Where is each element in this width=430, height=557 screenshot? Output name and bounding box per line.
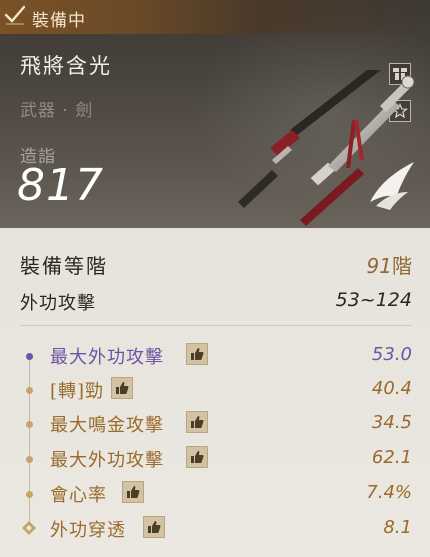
stat-bullet	[26, 491, 33, 498]
attack-label: 外功攻擊	[20, 293, 96, 314]
diamond-marker-icon	[22, 521, 36, 535]
stat-value: 8.1	[383, 517, 412, 538]
item-tooltip-card: 裝備中 飛將含光 武器 · 劍 造詣 817 裝備等階 91階 外功攻擊 53~…	[0, 0, 430, 557]
stat-row: 外功穿透 8.1	[0, 514, 430, 544]
item-type: 武器 · 劍	[20, 101, 94, 121]
stat-name: 最大外功攻擊	[50, 450, 164, 471]
stat-bullet	[26, 387, 33, 394]
thumbs-up-icon[interactable]	[186, 343, 208, 365]
wing-icon	[370, 162, 414, 210]
equip-status-label: 裝備中	[32, 11, 86, 31]
stat-value: 7.4%	[366, 482, 412, 503]
stat-row: 會心率 7.4%	[0, 479, 430, 509]
grade-label: 裝備等階	[20, 254, 108, 278]
item-name: 飛將含光	[20, 54, 112, 78]
stat-bullet	[26, 421, 33, 428]
stat-value: 40.4	[371, 378, 412, 399]
grade-value: 91階	[367, 250, 412, 279]
attack-value: 53~124	[335, 289, 412, 311]
stat-name: [轉]勁	[50, 381, 105, 402]
equip-status-bar: 裝備中	[0, 0, 430, 34]
cost-value: 817	[17, 160, 104, 211]
stat-row: 最大外功攻擊 53.0	[0, 341, 430, 371]
thumbs-up-icon[interactable]	[143, 516, 165, 538]
grade-number: 91	[366, 254, 392, 278]
stat-name: 最大外功攻擊	[50, 347, 164, 368]
stat-bullet	[26, 456, 33, 463]
stat-value: 62.1	[371, 447, 412, 468]
thumbs-up-icon[interactable]	[122, 481, 144, 503]
item-header: 裝備中 飛將含光 武器 · 劍 造詣 817	[0, 0, 430, 228]
stat-value: 34.5	[371, 412, 412, 433]
stat-bullet	[26, 353, 33, 360]
item-stats-panel: 裝備等階 91階 外功攻擊 53~124 最大外功攻擊 53.0 [轉]勁 40…	[0, 228, 430, 557]
stat-row: 最大鳴金攻擊 34.5	[0, 409, 430, 439]
grade-unit: 階	[392, 254, 412, 278]
stat-row: [轉]勁 40.4	[0, 375, 430, 405]
sword-illustration	[238, 70, 415, 226]
checkmark-icon	[4, 5, 26, 25]
divider	[20, 325, 412, 326]
stat-name: 外功穿透	[50, 520, 126, 541]
stat-row: 最大外功攻擊 62.1	[0, 444, 430, 474]
stat-name: 最大鳴金攻擊	[50, 415, 164, 436]
stat-value: 53.0	[371, 344, 412, 365]
thumbs-up-icon[interactable]	[186, 446, 208, 468]
thumbs-up-icon[interactable]	[111, 377, 133, 399]
thumbs-up-icon[interactable]	[186, 411, 208, 433]
stat-name: 會心率	[50, 485, 107, 506]
